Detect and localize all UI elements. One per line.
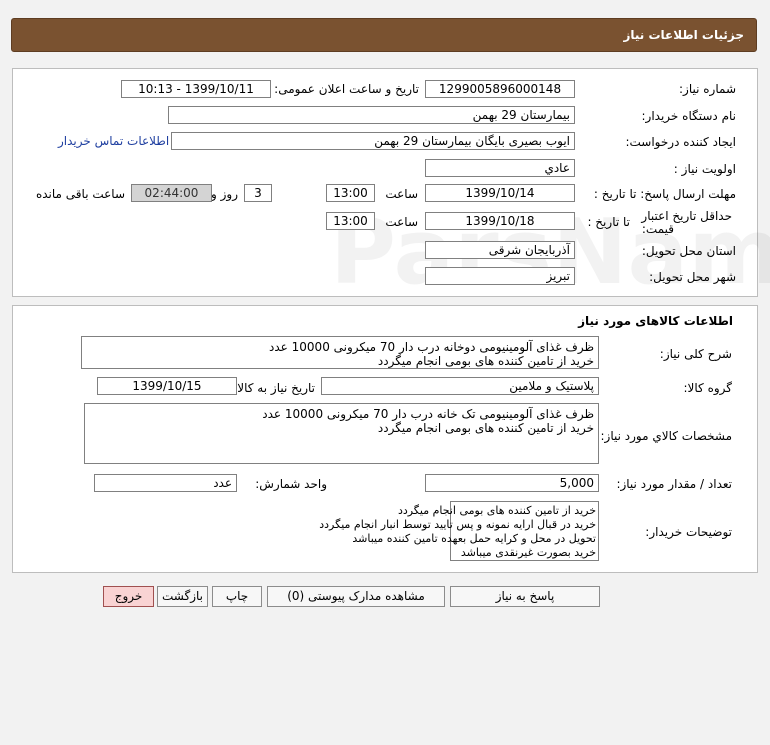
city-label: شهر محل تحویل:	[649, 270, 736, 284]
buyer-label: نام دستگاه خریدار:	[641, 109, 737, 123]
quantity-field: 5,000	[425, 474, 599, 492]
page-title: جزئیات اطلاعات نیاز	[623, 28, 744, 42]
reply-button[interactable]: پاسخ به نیاز	[450, 586, 600, 607]
validity-time-field: 13:00	[326, 212, 375, 230]
days-label: روز و	[211, 187, 238, 201]
need-date-field: 1399/10/15	[97, 377, 237, 395]
summary-label: شرح کلی نیاز:	[659, 347, 732, 361]
spec-label: مشخصات کالاي مورد نياز:	[600, 429, 732, 443]
summary-line: خرید از تامین کننده های بومی انجام میگرد…	[377, 354, 594, 368]
province-field: آذربایجان شرقی	[425, 241, 575, 259]
priority-field: عادي	[425, 159, 575, 177]
spec-field: ظرف غذای آلومینیومی تک خانه درب دار 70 م…	[84, 403, 599, 464]
send-deadline-label: مهلت ارسال پاسخ: تا تاریخ :	[593, 187, 736, 201]
spec-line: ظرف غذای آلومینیومی تک خانه درب دار 70 م…	[262, 407, 594, 421]
send-time-label: ساعت	[385, 187, 418, 201]
creator-label: ایجاد کننده درخواست:	[625, 135, 736, 149]
buyer-notes-line: تحویل در محل و کرایه حمل بعهده تامین کنن…	[352, 532, 596, 545]
contact-info-link[interactable]: اطلاعات تماس خریدار	[58, 134, 169, 148]
announce-field: 1399/10/11 - 10:13	[121, 80, 271, 98]
creator-field: ایوب بصیری بایگان بیمارستان 29 بهمن	[171, 132, 575, 150]
spec-line: خرید از تامین کننده های بومی انجام میگرد…	[377, 421, 594, 435]
need-number-label: شماره نیاز:	[679, 82, 736, 96]
validity-time-label: ساعت	[385, 215, 418, 229]
exit-button[interactable]: خروج	[103, 586, 154, 607]
validity-label-line1: حداقل تاریخ اعتبار	[641, 209, 732, 223]
buyer-notes-text: خرید از تامین کننده های بومی انجام میگرد…	[319, 504, 596, 560]
send-time-field: 13:00	[326, 184, 375, 202]
priority-label: اولویت نیاز :	[673, 162, 736, 176]
summary-field: ظرف غذای آلومینیومی دوخانه درب دار 70 می…	[81, 336, 599, 369]
need-number-field: 1299005896000148	[425, 80, 575, 98]
attachments-button[interactable]: مشاهده مدارک پیوستی (0)	[267, 586, 445, 607]
validity-date-field: 1399/10/18	[425, 212, 575, 230]
remaining-time-field: 02:44:00	[131, 184, 212, 202]
days-field: 3	[244, 184, 272, 202]
group-field: پلاستیک و ملامین	[321, 377, 599, 395]
validity-to-label: تا تاریخ :	[587, 215, 630, 229]
validity-label-line2: قیمت:	[641, 222, 674, 236]
buyer-notes-label: توضیحات خریدار:	[645, 525, 732, 539]
back-button[interactable]: بازگشت	[157, 586, 208, 607]
buyer-notes-line: خرید در قبال ارایه نمونه و پس تایید توسط…	[319, 518, 596, 531]
city-field: تبریز	[425, 267, 575, 285]
province-label: استان محل تحویل:	[641, 244, 736, 258]
buyer-notes-line: خرید بصورت غیرنقدی میباشد	[460, 546, 596, 559]
send-date-field: 1399/10/14	[425, 184, 575, 202]
page-title-bar: جزئیات اطلاعات نیاز	[11, 18, 757, 52]
remaining-time-label: ساعت باقی مانده	[35, 187, 125, 201]
need-date-label: تاریخ نیاز به کالا:	[233, 381, 315, 395]
unit-label: واحد شمارش:	[255, 477, 327, 491]
quantity-label: تعداد / مقدار مورد نیاز:	[616, 477, 732, 491]
buyer-field: بیمارستان 29 بهمن	[168, 106, 575, 124]
group-label: گروه کالا:	[683, 381, 733, 395]
buyer-notes-line: خرید از تامین کننده های بومی انجام میگرد…	[397, 504, 596, 517]
print-button[interactable]: چاپ	[212, 586, 262, 607]
goods-section-title: اطلاعات کالاهای مورد نیاز	[578, 314, 733, 328]
summary-line: ظرف غذای آلومینیومی دوخانه درب دار 70 می…	[269, 340, 594, 354]
unit-field: عدد	[94, 474, 237, 492]
announce-label: تاریخ و ساعت اعلان عمومی:	[274, 82, 419, 96]
